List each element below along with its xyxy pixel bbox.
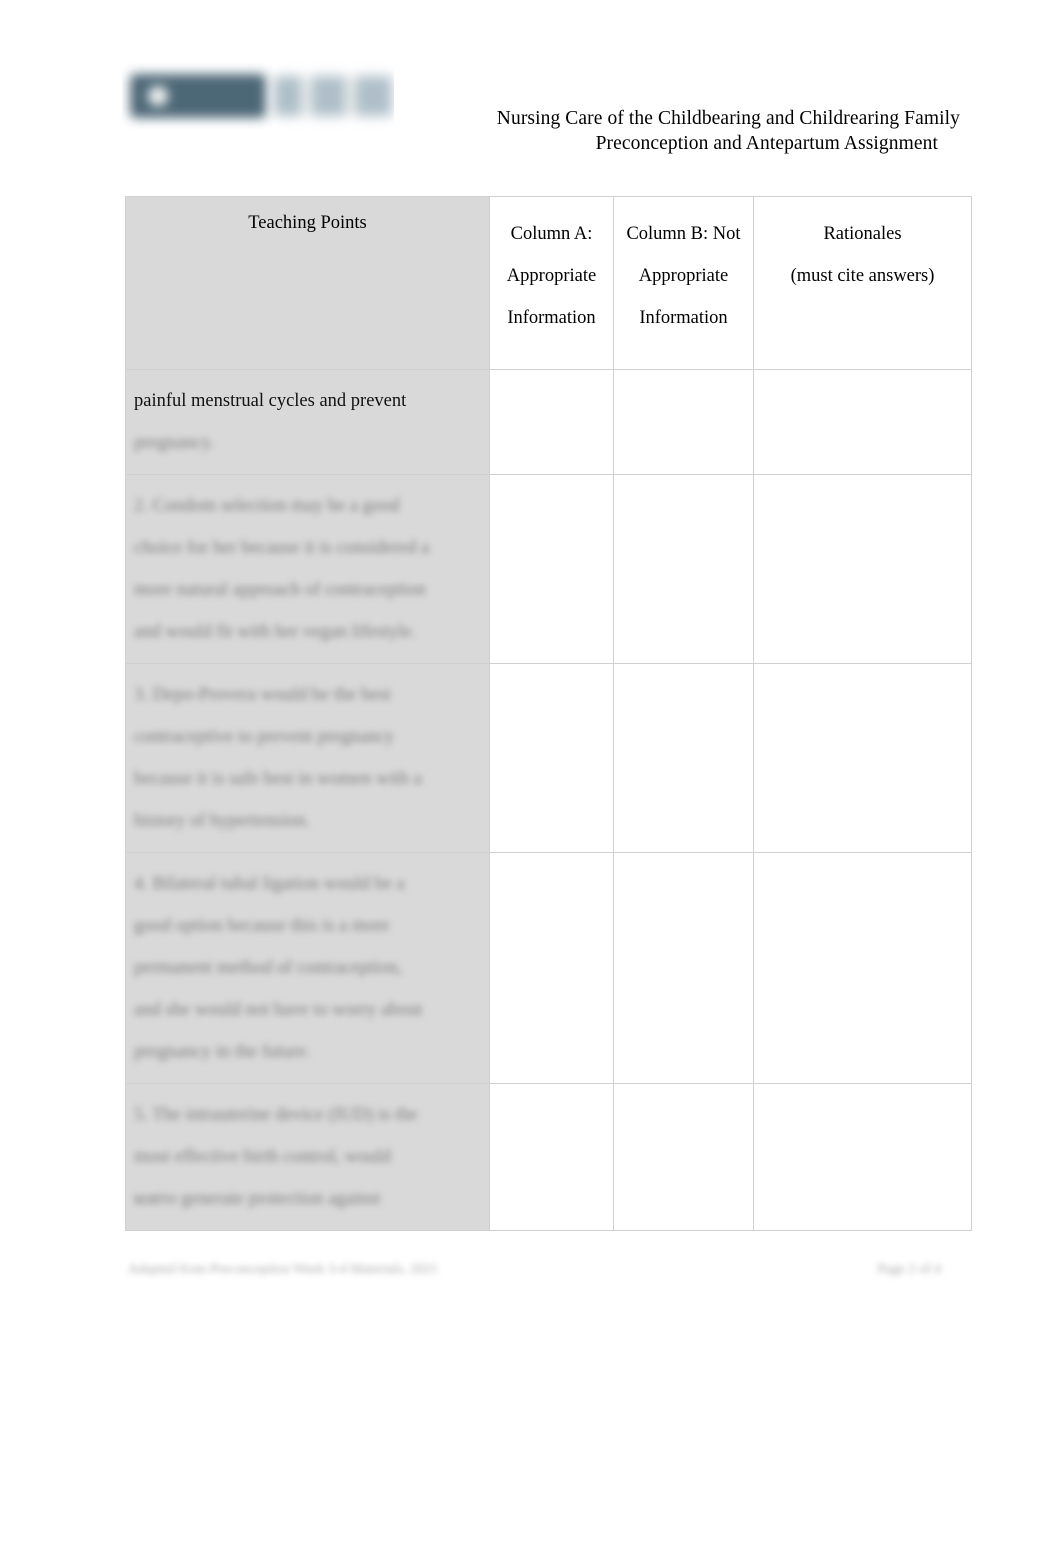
table-row: 5. The intrauterine device (IUD) is the … [125,1083,972,1231]
column-header-rationales: Rationales (must cite answers) [753,196,972,370]
column-header-label-line-2: (must cite answers) [790,266,935,286]
rationale-cell[interactable] [753,1083,972,1231]
column-a-answer-cell[interactable] [489,369,614,475]
column-b-answer-cell[interactable] [613,1083,754,1231]
assignment-title-line-1: Nursing Care of the Childbearing and Chi… [496,108,960,129]
assignment-title: Nursing Care of the Childbearing and Chi… [300,106,960,156]
column-b-answer-cell[interactable] [613,852,754,1084]
footer-source-note: Adapted from Preconception Week 3-4 Mate… [128,1262,439,1277]
logo-mark-icon [130,74,266,118]
document-header: Nursing Care of the Childbearing and Chi… [0,0,1062,185]
document-footer: Adapted from Preconception Week 3-4 Mate… [125,1262,971,1288]
table-row: 3. Depo-Provera would be the best contra… [125,663,972,853]
teaching-point-line-redacted: choice for her because it is considered … [134,538,430,558]
table-row: 2. Condom selection may be a good choice… [125,474,972,664]
teaching-point-line-redacted: most effective birth control, would [134,1147,392,1167]
column-header-label-line-3: Information [639,308,728,328]
teaching-point-line-redacted: history of hypertension. [134,811,311,831]
teaching-points-table: Teaching Points Column A: Appropriate In… [125,196,972,1231]
teaching-point-line-redacted: more natural approach of contraception [134,580,426,600]
column-b-answer-cell[interactable] [613,369,754,475]
teaching-point-line-redacted: 5. The intrauterine device (IUD) is the [134,1105,418,1125]
table-row: 4. Bilateral tubal ligation would be a g… [125,852,972,1084]
table-header-row: Teaching Points Column A: Appropriate In… [125,196,972,370]
column-header-column-b: Column B: Not Appropriate Information [613,196,754,370]
teaching-point-line-redacted: която generate protection against [134,1189,381,1209]
teaching-point-line-redacted: good option because this is a more [134,916,390,936]
column-header-label-line-2: Appropriate [506,266,597,286]
teaching-point-cell: 2. Condom selection may be a good choice… [125,474,490,664]
column-a-answer-cell[interactable] [489,1083,614,1231]
column-b-answer-cell[interactable] [613,663,754,853]
teaching-point-cell: 3. Depo-Provera would be the best contra… [125,663,490,853]
teaching-points-table-wrapper: Teaching Points Column A: Appropriate In… [125,196,972,1231]
table-row: painful menstrual cycles and prevent pre… [125,369,972,475]
column-header-teaching-points: Teaching Points [125,196,490,370]
teaching-point-line: painful menstrual cycles and prevent [134,391,407,411]
teaching-point-line-redacted: because it is safe best in women with a [134,769,422,789]
teaching-point-cell: painful menstrual cycles and prevent pre… [125,369,490,475]
rationale-cell[interactable] [753,369,972,475]
column-a-answer-cell[interactable] [489,474,614,664]
column-header-label-line-1: Column A: [510,224,593,244]
teaching-point-line-redacted: 4. Bilateral tubal ligation would be a [134,874,405,894]
teaching-point-cell: 4. Bilateral tubal ligation would be a g… [125,852,490,1084]
column-header-column-a: Column A: Appropriate Information [489,196,614,370]
teaching-point-line-redacted: pregnancy in the future. [134,1042,311,1062]
teaching-point-line-redacted: 2. Condom selection may be a good [134,496,400,516]
rationale-cell[interactable] [753,663,972,853]
footer-page-number: Page 2 of 4 [877,1262,941,1277]
column-header-label-line-2: Appropriate [638,266,729,286]
teaching-point-line-redacted: permanent method of contraception, [134,958,403,978]
column-b-answer-cell[interactable] [613,474,754,664]
column-a-answer-cell[interactable] [489,852,614,1084]
teaching-point-line-redacted: and would fit with her vegan lifestyle. [134,622,417,642]
rationale-cell[interactable] [753,474,972,664]
teaching-point-line-redacted: and she would not have to worry about [134,1000,423,1020]
column-header-label-line-3: Information [507,308,596,328]
rationale-cell[interactable] [753,852,972,1084]
teaching-point-line-redacted: contraceptive to prevent pregnancy [134,727,395,747]
column-header-label: Teaching Points [248,213,367,233]
teaching-point-line-redacted: pregnancy. [134,433,215,453]
document-page: Nursing Care of the Childbearing and Chi… [0,0,1062,1561]
column-header-label-line-1: Column B: Not [626,224,741,244]
assignment-title-line-2: Preconception and Antepartum Assignment [595,133,938,154]
column-header-label-line-1: Rationales [823,224,902,244]
column-a-answer-cell[interactable] [489,663,614,853]
teaching-point-cell: 5. The intrauterine device (IUD) is the … [125,1083,490,1231]
teaching-point-line-redacted: 3. Depo-Provera would be the best [134,685,391,705]
